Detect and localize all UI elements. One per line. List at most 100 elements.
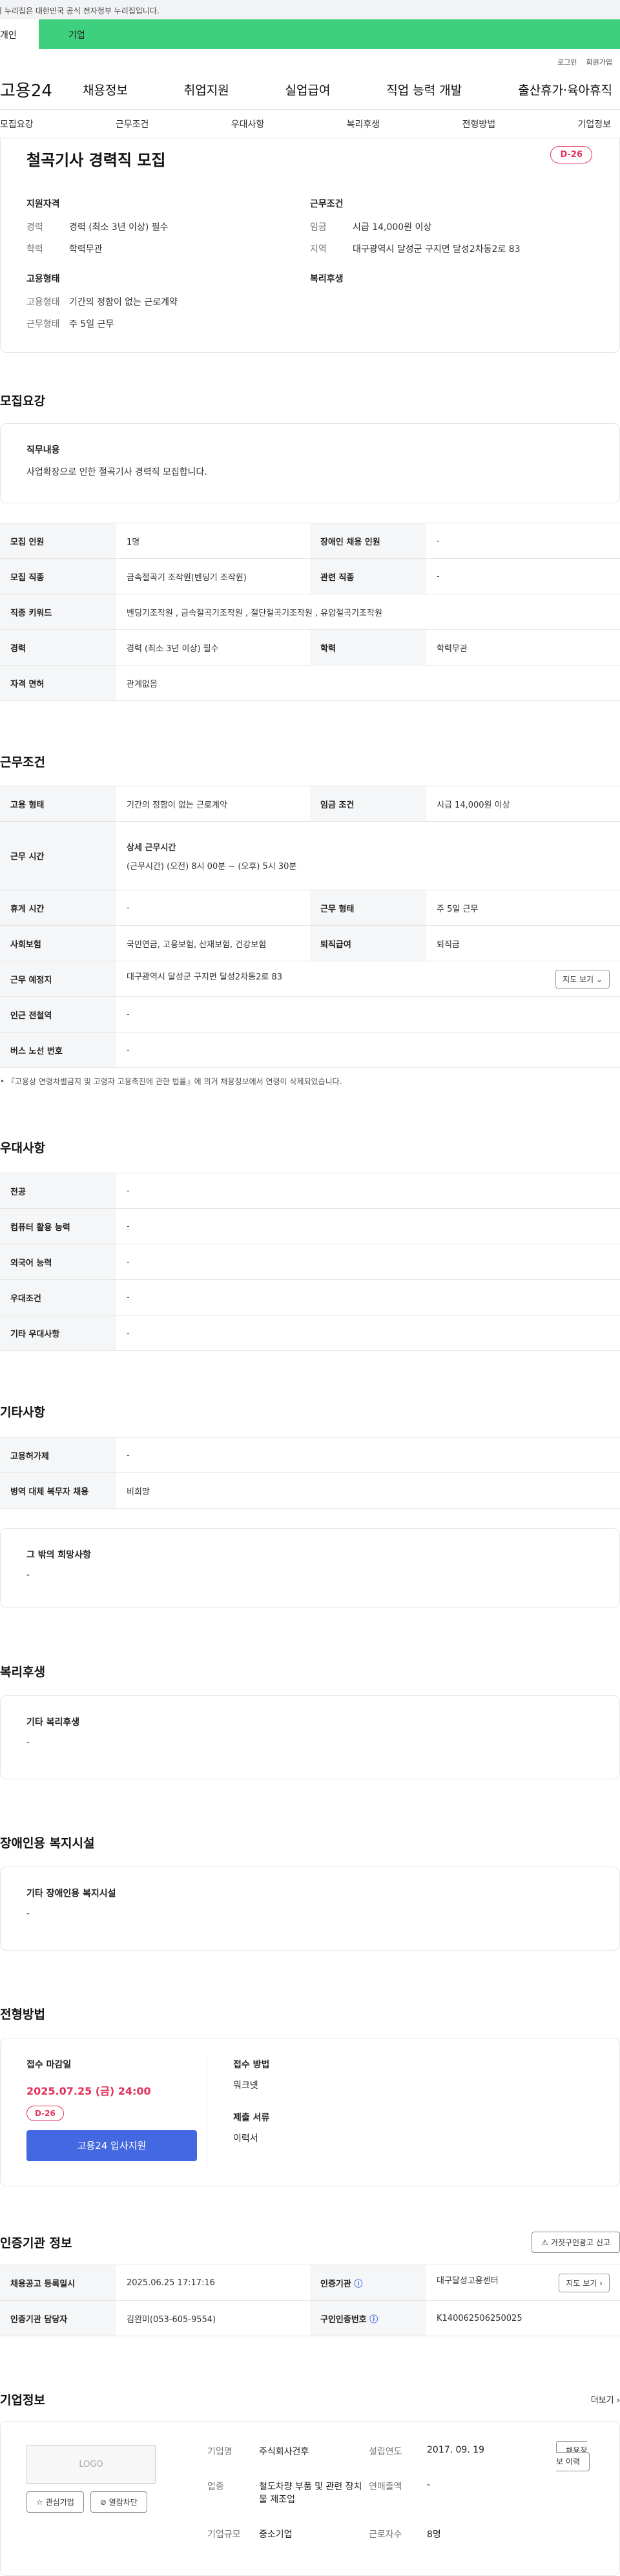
site-logo[interactable]: 고용24 bbox=[0, 78, 83, 101]
org-key: 인증기관 bbox=[320, 2279, 351, 2289]
snb-pref[interactable]: 우대사항 bbox=[231, 118, 265, 131]
job-title: 철곡기사 경력직 모집 bbox=[26, 151, 166, 169]
row-value: - bbox=[116, 1244, 620, 1280]
row-value: 2025.06.25 17:17:16 bbox=[116, 2265, 310, 2301]
emp-key: 근무형태 bbox=[26, 319, 60, 330]
history-button[interactable]: 채용정보 이력 bbox=[556, 2441, 590, 2471]
row-value: 금속절곡기 조작원(벤딩기 조작원) bbox=[116, 558, 310, 594]
snb-work[interactable]: 근무조건 bbox=[116, 118, 149, 131]
duty-heading: 직무내용 bbox=[26, 445, 60, 456]
row-value: 벤딩기조작원 , 금속절곡기조작원 , 절단절곡기조작원 , 유압절곡기조작원 bbox=[116, 594, 620, 630]
block-button[interactable]: ⊘ 열람차단 bbox=[90, 2491, 147, 2513]
info-value: 8명 bbox=[427, 2529, 441, 2540]
report-button[interactable]: ⚠ 거짓구인광고 신고 bbox=[532, 2232, 620, 2253]
login-link[interactable]: 로그인 bbox=[557, 57, 577, 70]
row-value: 대구광역시 달성군 구지면 달성2차동2로 83 지도 보기 ⌄ bbox=[116, 961, 620, 997]
duty-text: 사업확장으로 인한 절곡기사 경력직 모집합니다. bbox=[26, 467, 207, 477]
emp-value: 주 5일 근무 bbox=[69, 319, 114, 330]
qual-value: 경력 (최소 3년 이상) 필수 bbox=[69, 222, 169, 233]
recruit-table: 모집 인원 1명 장애인 채용 인원 - 모집 직종 금속절곡기 조작원(벤딩기 조작원… bbox=[0, 523, 620, 701]
snb-recruit[interactable]: 모집요강 bbox=[0, 118, 34, 131]
row-key: 근무 시간 bbox=[0, 821, 116, 890]
row-key: 버스 노선 번호 bbox=[0, 1032, 116, 1068]
report-label: 거짓구인광고 신고 bbox=[550, 2238, 610, 2247]
more-link[interactable]: 더보기 › bbox=[591, 2393, 620, 2405]
info-key: 연매출액 bbox=[369, 2482, 402, 2492]
row-key: 모집 직종 bbox=[0, 558, 116, 594]
emp-value: 기간의 정함이 없는 근로계약 bbox=[69, 297, 178, 308]
cert-header: 인증기관 정보 ⚠ 거짓구인광고 신고 bbox=[0, 2232, 620, 2253]
row-key: 인증기관 ⓘ bbox=[310, 2265, 426, 2301]
apply-button[interactable]: 고용24 입사지원 bbox=[26, 2130, 197, 2161]
row-value: 학력무관 bbox=[426, 629, 620, 665]
time-heading: 상세 근무시간 bbox=[127, 843, 176, 853]
select-title: 전형방법 bbox=[0, 2007, 45, 2022]
info-value: - bbox=[427, 2480, 431, 2490]
section-nav: 모집요강 근무조건 우대사항 복리후생 전형방법 기업정보 bbox=[0, 110, 620, 138]
tab-personal[interactable]: 개인 bbox=[0, 19, 39, 49]
gnb-item-jobs[interactable]: 채용정보 bbox=[83, 81, 128, 98]
info-key: 업종 bbox=[207, 2482, 224, 2492]
snb-welfare[interactable]: 복리후생 bbox=[347, 118, 380, 131]
gnb-item-support[interactable]: 취업지원 bbox=[184, 81, 229, 98]
row-key: 학력 bbox=[310, 629, 426, 665]
map-button[interactable]: 지도 보기 ⌄ bbox=[555, 969, 610, 989]
row-value: - bbox=[116, 996, 620, 1032]
snb-select[interactable]: 전형방법 bbox=[462, 118, 496, 131]
row-value: - bbox=[116, 1437, 620, 1473]
method-heading: 접수 방법 bbox=[233, 2060, 270, 2070]
tab-company[interactable]: 기업 bbox=[39, 19, 116, 49]
info-key: 근로자수 bbox=[369, 2529, 402, 2540]
emp-key: 고용형태 bbox=[26, 297, 60, 308]
gnb-item-training[interactable]: 직업 능력 개발 bbox=[386, 81, 462, 98]
row-value: - bbox=[426, 523, 620, 559]
row-value: K140062506250025 bbox=[426, 2300, 620, 2336]
row-key: 경력 bbox=[0, 629, 116, 665]
info-value: 주식회사건후 bbox=[259, 2447, 309, 2457]
alert-icon: ⚠ bbox=[541, 2238, 549, 2247]
row-value: - bbox=[116, 1208, 620, 1244]
org-value: 대구달성고용센터 bbox=[437, 2276, 499, 2286]
disabled-box: 기타 장애인용 복지시설 - bbox=[0, 1867, 620, 1951]
row-key: 인증기관 담당자 bbox=[0, 2300, 116, 2336]
docs-heading: 제출 서류 bbox=[233, 2113, 270, 2123]
row-value: 김완미(053-605-9554) bbox=[116, 2300, 310, 2336]
disabled-text: - bbox=[26, 1909, 30, 1919]
etc-title: 기타사항 bbox=[0, 1405, 45, 1419]
dday-badge-small: D-26 bbox=[26, 2106, 64, 2121]
row-value: 퇴직금 bbox=[426, 925, 620, 961]
fav-button[interactable]: ☆ 관심기업 bbox=[26, 2491, 84, 2513]
info-key: 기업규모 bbox=[207, 2529, 241, 2540]
other-heading: 그 밖의 희망사항 bbox=[26, 1550, 91, 1560]
chevron-down-icon: ⌄ bbox=[595, 974, 603, 984]
gnb-item-leave[interactable]: 출산휴가·육아휴직 bbox=[518, 81, 612, 98]
block-icon: ⊘ bbox=[99, 2498, 107, 2507]
gnb-item-benefit[interactable]: 실업급여 bbox=[285, 81, 331, 98]
other-text: - bbox=[26, 1570, 30, 1580]
org-map-button[interactable]: 지도 보기 › bbox=[559, 2273, 610, 2292]
qual-value: 학력무관 bbox=[69, 244, 103, 255]
row-value: - bbox=[116, 1315, 620, 1351]
signup-link[interactable]: 회원가입 bbox=[586, 57, 612, 70]
info-icon[interactable]: ⓘ bbox=[369, 2315, 378, 2325]
deadline-date: 2025.07.25 (금) 24:00 bbox=[26, 2085, 151, 2097]
fav-label: 관심기업 bbox=[45, 2498, 74, 2507]
row-key: 컴퓨터 활용 능력 bbox=[0, 1208, 116, 1244]
age-note-text: 『고용상 연령차별금지 및 고령자 고용촉진에 관한 법률』에 의거 채용정보에… bbox=[6, 1077, 342, 1086]
row-value: - bbox=[116, 1279, 620, 1315]
row-key: 사회보험 bbox=[0, 925, 116, 961]
info-value: 철도차량 부품 및 관련 장치물 제조업 bbox=[259, 2482, 362, 2505]
row-key: 고용허가제 bbox=[0, 1437, 116, 1473]
chevron-right-icon: › bbox=[616, 2396, 620, 2405]
row-key: 인근 전철역 bbox=[0, 996, 116, 1032]
star-icon: ☆ bbox=[36, 2498, 43, 2507]
cert-table: 채용공고 등록일시 2025.06.25 17:17:16 인증기관 ⓘ 대구달성고용… bbox=[0, 2265, 620, 2336]
info-icon[interactable]: ⓘ bbox=[354, 2279, 362, 2289]
org-map-label: 지도 보기 bbox=[566, 2278, 597, 2288]
snb-company[interactable]: 기업정보 bbox=[577, 118, 611, 131]
row-key: 채용공고 등록일시 bbox=[0, 2265, 116, 2301]
row-key: 기타 우대사항 bbox=[0, 1315, 116, 1351]
qual-key: 학력 bbox=[26, 244, 43, 255]
other-box: 그 밖의 희망사항 - bbox=[0, 1528, 620, 1608]
welfare-title: 복리후생 bbox=[0, 1665, 45, 1679]
